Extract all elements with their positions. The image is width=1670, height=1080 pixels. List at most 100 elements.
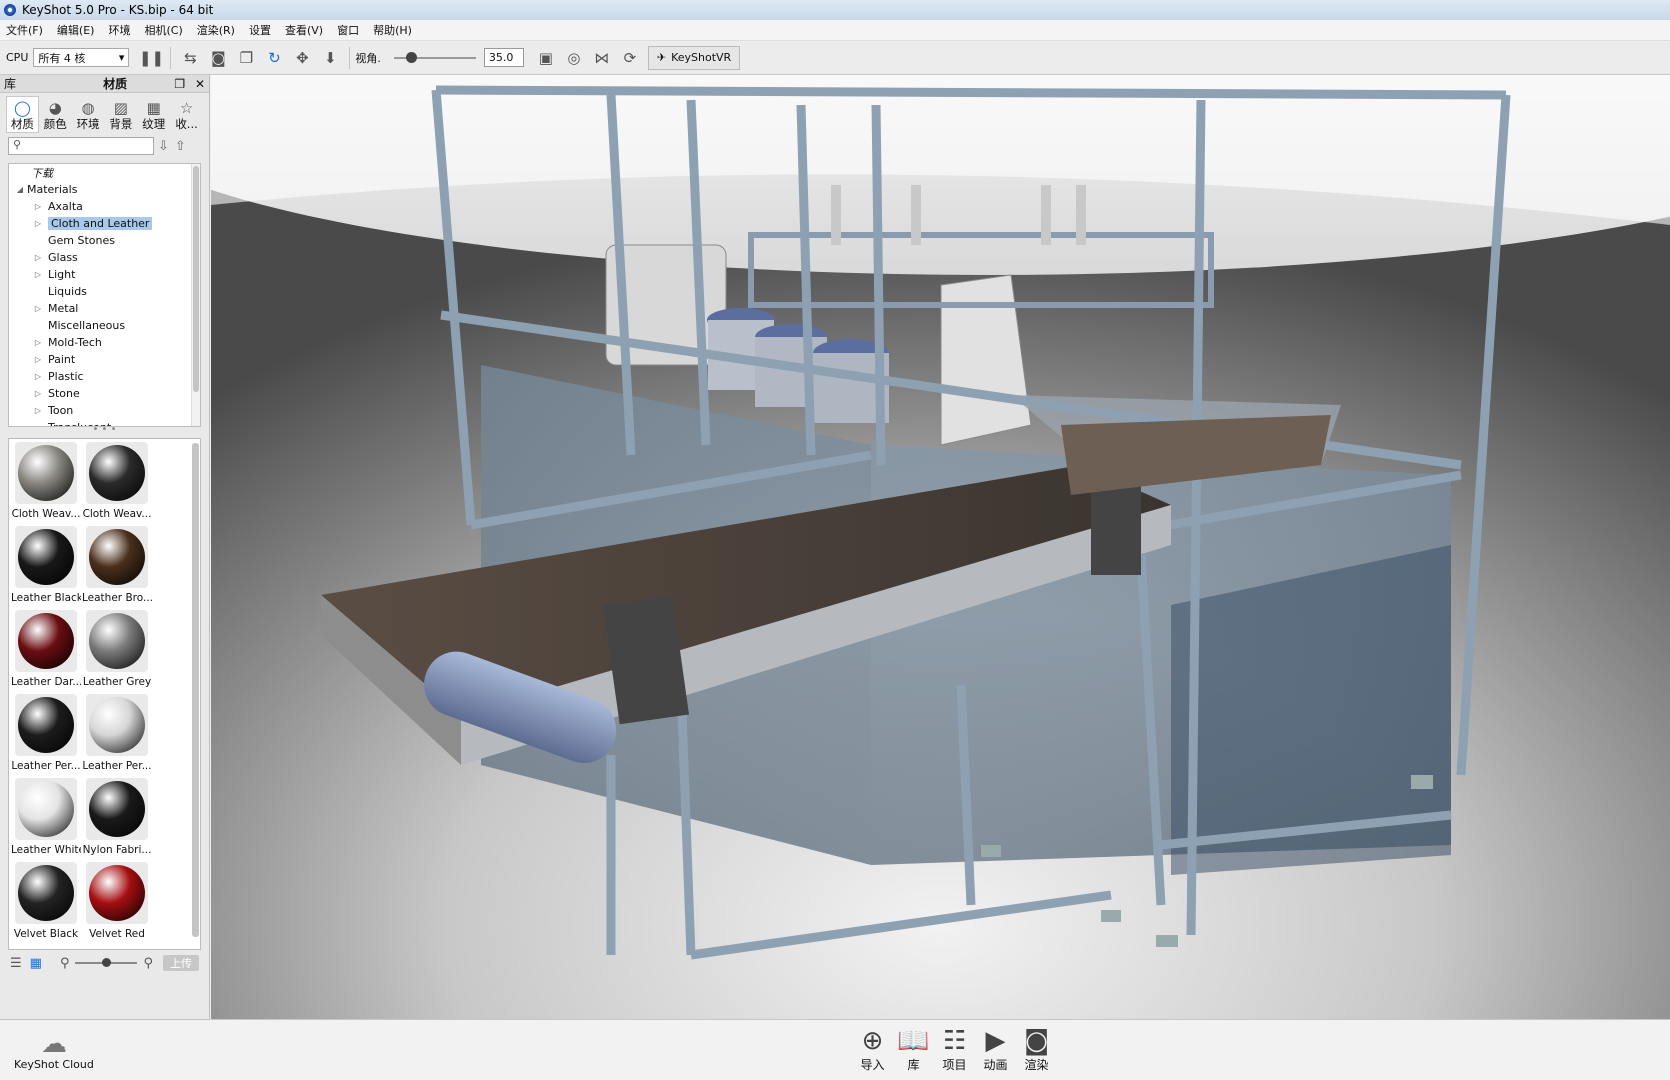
menu-environment[interactable]: 环境 <box>108 22 130 38</box>
fov-slider[interactable] <box>393 51 476 63</box>
tree-item-materials[interactable]: ◢ Materials <box>9 181 200 198</box>
sync-icon[interactable]: ⟳ <box>619 47 641 69</box>
tree-item[interactable]: ▷ Light <box>9 266 200 283</box>
splitter-handle[interactable]: • • • <box>0 425 209 436</box>
keyshot-logo-icon <box>4 4 16 16</box>
material-preview <box>15 526 77 588</box>
material-thumbnail[interactable]: Leather Bro... <box>82 526 152 610</box>
nav-project-button[interactable]: ☷ 项目 <box>934 1026 975 1073</box>
tree-item[interactable]: ▷ Mold-Tech <box>9 334 200 351</box>
material-sphere-icon <box>18 697 74 753</box>
tab-environments[interactable]: ◍ 环境 <box>72 96 105 133</box>
tab-textures[interactable]: ▦ 纹理 <box>137 96 170 133</box>
pause-icon[interactable]: ❚❚ <box>139 47 164 69</box>
menu-file[interactable]: 文件(F) <box>6 22 43 38</box>
tree-item[interactable]: Gem Stones <box>9 232 200 249</box>
material-thumbnail[interactable]: Nylon Fabri... <box>82 778 152 862</box>
thumbnail-scrollbar[interactable] <box>192 443 199 937</box>
caret-right-icon[interactable]: ▷ <box>33 304 43 313</box>
caret-right-icon[interactable]: ▷ <box>33 372 43 381</box>
material-sphere-icon <box>89 445 145 501</box>
tab-materials[interactable]: ◯ 材质 <box>6 96 39 133</box>
caret-down-icon[interactable]: ◢ <box>15 185 25 194</box>
fit-view-icon[interactable]: ✥ <box>291 47 313 69</box>
menu-window[interactable]: 窗口 <box>337 22 359 38</box>
keyshotvr-button[interactable]: ✈ KeyShotVR <box>647 45 741 70</box>
nav-library-button[interactable]: 📖 库 <box>893 1026 934 1073</box>
tree-item[interactable]: Translucent <box>9 419 200 426</box>
tab-favorites[interactable]: ☆ 收... <box>170 96 203 133</box>
material-thumbnail[interactable]: Leather Black <box>11 526 81 610</box>
drop-down-icon[interactable]: ⬇ <box>319 47 341 69</box>
material-thumbnail[interactable]: Cloth Weav... <box>82 442 152 526</box>
zoom-out-icon[interactable]: ⚲ <box>60 956 70 971</box>
material-sphere-icon <box>18 781 74 837</box>
caret-right-icon[interactable]: ▷ <box>33 355 43 364</box>
close-icon[interactable]: ✕ <box>195 77 205 91</box>
tab-backgrounds[interactable]: ▨ 背景 <box>104 96 137 133</box>
material-thumbnail[interactable]: Cloth Weav... <box>11 442 81 526</box>
screenshot-icon[interactable]: ◙ <box>207 47 229 69</box>
thumbnail-size-slider[interactable] <box>75 958 138 967</box>
tree-item-downloads[interactable]: 下载 <box>9 164 200 181</box>
library-search-input[interactable]: ⚲ <box>8 137 154 155</box>
menu-render[interactable]: 渲染(R) <box>197 22 235 38</box>
tree-item[interactable]: ▷ Paint <box>9 351 200 368</box>
caret-right-icon[interactable]: ▷ <box>33 219 43 228</box>
tree-item[interactable]: ▷ Toon <box>9 402 200 419</box>
list-view-icon[interactable]: ☰ <box>10 956 22 971</box>
caret-right-icon[interactable]: ▷ <box>33 253 43 262</box>
export-folder-icon[interactable]: ⇧ <box>175 139 186 154</box>
thumbnail-size-knob[interactable] <box>102 958 112 967</box>
upload-button[interactable]: 上传 <box>163 955 199 971</box>
geometry-view-icon[interactable]: ⋈ <box>591 47 613 69</box>
material-thumbnail[interactable]: Velvet Red <box>82 862 152 946</box>
tree-item[interactable]: ▷ Stone <box>9 385 200 402</box>
menu-settings[interactable]: 设置 <box>249 22 271 38</box>
keyshot-cloud-button[interactable]: ☁ KeyShot Cloud <box>14 1030 94 1071</box>
menu-edit[interactable]: 编辑(E) <box>57 22 95 38</box>
material-thumbnail[interactable]: Leather Grey <box>82 610 152 694</box>
performance-mode-icon[interactable]: ◎ <box>563 47 585 69</box>
nav-import-button[interactable]: ⊕ 导入 <box>852 1026 893 1073</box>
caret-right-icon[interactable]: ▷ <box>33 389 43 398</box>
cpu-cores-select[interactable]: 所有 4 核 ▾ <box>33 48 130 67</box>
nav-animation-button[interactable]: ▶ 动画 <box>975 1026 1016 1073</box>
material-thumbnail[interactable]: Leather Per... <box>82 694 152 778</box>
menu-help[interactable]: 帮助(H) <box>373 22 412 38</box>
tree-item[interactable]: ▷ Plastic <box>9 368 200 385</box>
fov-input[interactable]: 35.0 <box>483 48 524 67</box>
vr-icon: ✈ <box>656 51 667 64</box>
image-icon: ▨ <box>113 99 128 117</box>
tree-item[interactable]: ▷ Cloth and Leather <box>9 215 200 232</box>
material-thumbnail[interactable]: Leather White <box>11 778 81 862</box>
caret-right-icon[interactable]: ▷ <box>33 406 43 415</box>
tab-colors[interactable]: ◕ 颜色 <box>39 96 72 133</box>
copy-icon[interactable]: ❐ <box>235 47 257 69</box>
material-thumbnail[interactable]: Velvet Black <box>11 862 81 946</box>
zoom-in-icon[interactable]: ⚲ <box>143 956 153 971</box>
undock-icon[interactable]: ❐ <box>174 77 185 91</box>
region-icon[interactable]: ▣ <box>535 47 557 69</box>
material-thumbnail[interactable]: Leather Dar... <box>11 610 81 694</box>
caret-right-icon[interactable]: ▷ <box>33 202 43 211</box>
render-viewport[interactable] <box>211 75 1670 1019</box>
grid-view-icon[interactable]: ▦ <box>30 956 42 971</box>
material-thumbnail[interactable]: Leather Per... <box>11 694 81 778</box>
tree-item[interactable]: ▷ Metal <box>9 300 200 317</box>
fov-slider-knob[interactable] <box>405 51 417 63</box>
nav-render-button[interactable]: ◙ 渲染 <box>1016 1026 1057 1073</box>
tree-item[interactable]: ▷ Glass <box>9 249 200 266</box>
caret-right-icon[interactable]: ▷ <box>33 338 43 347</box>
camera-switch-icon[interactable]: ⇆ <box>179 47 201 69</box>
tree-item[interactable]: Liquids <box>9 283 200 300</box>
refresh-icon[interactable]: ↻ <box>263 47 285 69</box>
tree-scrollbar[interactable] <box>191 164 200 426</box>
tree-item[interactable]: ▷ Axalta <box>9 198 200 215</box>
menu-view[interactable]: 查看(V) <box>285 22 323 38</box>
import-folder-icon[interactable]: ⇩ <box>158 139 169 154</box>
caret-right-icon[interactable]: ▷ <box>33 270 43 279</box>
menu-camera[interactable]: 相机(C) <box>144 22 182 38</box>
tree-scrollbar-thumb[interactable] <box>193 166 199 392</box>
tree-item[interactable]: Miscellaneous <box>9 317 200 334</box>
